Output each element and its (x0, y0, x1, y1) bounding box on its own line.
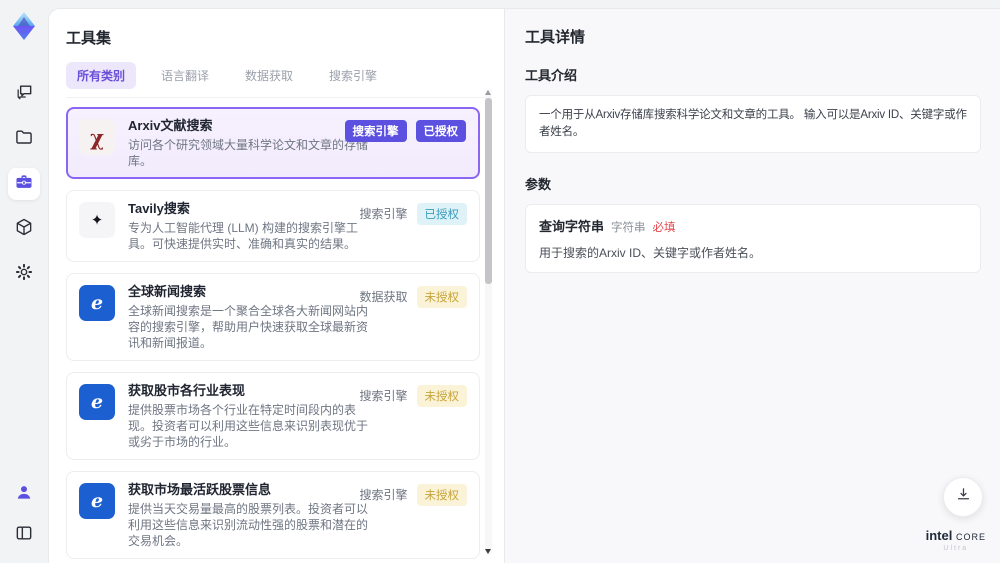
scrollbar-thumb[interactable] (485, 98, 492, 284)
toolbox-icon (14, 172, 34, 197)
category-badge: 搜索引擎 (344, 120, 407, 142)
sidebar-bottom (8, 478, 40, 563)
page-title: 工具集 (66, 30, 112, 47)
sidebar-item-user[interactable] (8, 478, 40, 510)
scrollbar-up-arrow-icon[interactable] (485, 90, 491, 95)
sidebar-item-panel-toggle[interactable] (8, 519, 40, 551)
folder-icon (14, 127, 34, 152)
tool-badges: 搜索引擎 未授权 (359, 384, 467, 407)
user-avatar-icon (14, 482, 34, 507)
app-window: 工具集 所有类别 语言翻译 数据获取 搜索引擎 χ Arxiv文献搜索 访问各个研究领域大… (0, 0, 1000, 563)
sidebar-item-cube[interactable] (8, 213, 40, 245)
brand-secondary: core (955, 528, 986, 543)
alpha-icon: e (79, 483, 115, 519)
param-name: 查询字符串 (539, 219, 605, 234)
alpha-icon: e (79, 285, 115, 321)
tool-description: 提供当天交易量最高的股票列表。投资者可以利用这些信息来识别流动性强的股票和潜在的… (128, 502, 369, 548)
download-button[interactable] (943, 477, 983, 517)
tool-card-3[interactable]: e 获取股市各行业表现提供股票市场各个行业在特定时间段内的表现。投资者可以利用这些… (66, 372, 480, 460)
param-required-badge: 必填 (652, 222, 676, 234)
tab-category-1[interactable]: 语言翻译 (150, 62, 220, 89)
tool-title: Arxiv文献搜索 (128, 118, 213, 133)
tool-card-0[interactable]: χ Arxiv文献搜索访问各个研究领域大量科学论文和文章的存储库。 搜索引擎 已授权 (66, 107, 480, 179)
tool-description: 提供股票市场各个行业在特定时间段内的表现。投资者可以利用这些信息来识别表现优于或… (128, 403, 369, 449)
param-type: 字符串 (611, 222, 646, 234)
chat-icon (14, 82, 34, 107)
detail-title: 工具详情 (525, 29, 586, 46)
tool-title: 获取市场最活跃股票信息 (128, 482, 272, 497)
tavily-icon: ✦ (79, 202, 115, 238)
tool-badges: 数据获取 未授权 (359, 285, 467, 308)
scrollbar-down-arrow-icon[interactable] (485, 549, 491, 554)
arxiv-icon: χ (79, 119, 115, 155)
tool-card-4[interactable]: e 获取市场最活跃股票信息提供当天交易量最高的股票列表。投资者可以利用这些信息来识… (66, 471, 480, 559)
sidebar-item-toolbox[interactable] (8, 168, 40, 200)
tab-category-2[interactable]: 数据获取 (234, 62, 304, 89)
tool-list: χ Arxiv文献搜索 访问各个研究领域大量科学论文和文章的存储库。 搜索引擎 已授权 ✦… (66, 107, 480, 563)
param-header: 查询字符串 字符串 必填 (539, 216, 967, 235)
alpha-icon: e (79, 384, 115, 420)
tool-badges: 搜索引擎 已授权 (344, 120, 466, 142)
tool-card-1[interactable]: ✦ Tavily搜索专为人工智能代理 (LLM) 构建的搜索引擎工具。可快速提供实… (66, 190, 480, 262)
tool-description: 访问各个研究领域大量科学论文和文章的存储库。 (128, 138, 369, 168)
intro-heading: 工具介绍 (525, 68, 578, 83)
gear-icon (14, 262, 34, 287)
authorization-status-badge: 未授权 (416, 285, 467, 308)
authorization-status-badge: 已授权 (415, 120, 466, 142)
scrollbar[interactable] (485, 89, 492, 555)
cube-icon (14, 217, 34, 242)
params-heading: 参数 (525, 177, 552, 192)
tool-description: 全球新闻搜索是一个聚合全球各大新闻网站内容的搜索引擎，帮助用户快速获取全球最新资… (128, 304, 369, 350)
tool-detail-panel: 工具详情 工具介绍 一个用于从Arxiv存储库搜索科学论文和文章的工具。 输入可… (504, 9, 1000, 563)
sidebar-nav (8, 78, 40, 290)
intro-text: 一个用于从Arxiv存储库搜索科学论文和文章的工具。 输入可以是Arxiv ID… (539, 109, 967, 138)
category-badge: 搜索引擎 (359, 488, 408, 502)
tool-badges: 搜索引擎 已授权 (359, 202, 467, 225)
brand-sub: Ultra (943, 545, 969, 552)
tool-title: 全球新闻搜索 (128, 284, 207, 299)
sidebar-item-folder[interactable] (8, 123, 40, 155)
tool-list-panel: 工具集 所有类别 语言翻译 数据获取 搜索引擎 χ Arxiv文献搜索 访问各个研究领域大… (49, 9, 504, 563)
sidebar-item-chat[interactable] (8, 78, 40, 110)
authorization-status-badge: 未授权 (416, 384, 467, 407)
tool-card-2[interactable]: e 全球新闻搜索全球新闻搜索是一个聚合全球各大新闻网站内容的搜索引擎，帮助用户快速… (66, 273, 480, 361)
panel-toggle-icon (14, 523, 34, 548)
param-box: 查询字符串 字符串 必填 用于搜索的Arxiv ID、关键字或作者姓名。 (525, 204, 981, 273)
tab-category-3[interactable]: 搜索引擎 (318, 62, 388, 89)
tool-badges: 搜索引擎 未授权 (359, 483, 467, 506)
download-icon (955, 486, 972, 508)
authorization-status-badge: 已授权 (416, 202, 467, 225)
sidebar-item-settings[interactable] (8, 258, 40, 290)
category-badge: 搜索引擎 (359, 389, 408, 403)
brand-primary: intel (925, 528, 953, 543)
app-logo-icon (8, 10, 40, 42)
category-tabs: 所有类别 语言翻译 数据获取 搜索引擎 (66, 62, 486, 98)
tool-title: Tavily搜索 (128, 201, 190, 216)
authorization-status-badge: 未授权 (416, 483, 467, 506)
main-content: 工具集 所有类别 语言翻译 数据获取 搜索引擎 χ Arxiv文献搜索 访问各个研究领域大… (48, 8, 1000, 563)
tool-description: 专为人工智能代理 (LLM) 构建的搜索引擎工具。可快速提供实时、准确和真实的结… (128, 221, 359, 251)
intro-box: 一个用于从Arxiv存储库搜索科学论文和文章的工具。 输入可以是Arxiv ID… (525, 95, 981, 153)
category-badge: 数据获取 (359, 290, 408, 304)
category-badge: 搜索引擎 (359, 207, 408, 221)
tool-title: 获取股市各行业表现 (128, 383, 246, 398)
sidebar (0, 0, 48, 563)
intel-core-logo: intel core Ultra (926, 529, 986, 555)
tab-category-0[interactable]: 所有类别 (66, 62, 137, 89)
param-description: 用于搜索的Arxiv ID、关键字或作者姓名。 (539, 246, 762, 260)
